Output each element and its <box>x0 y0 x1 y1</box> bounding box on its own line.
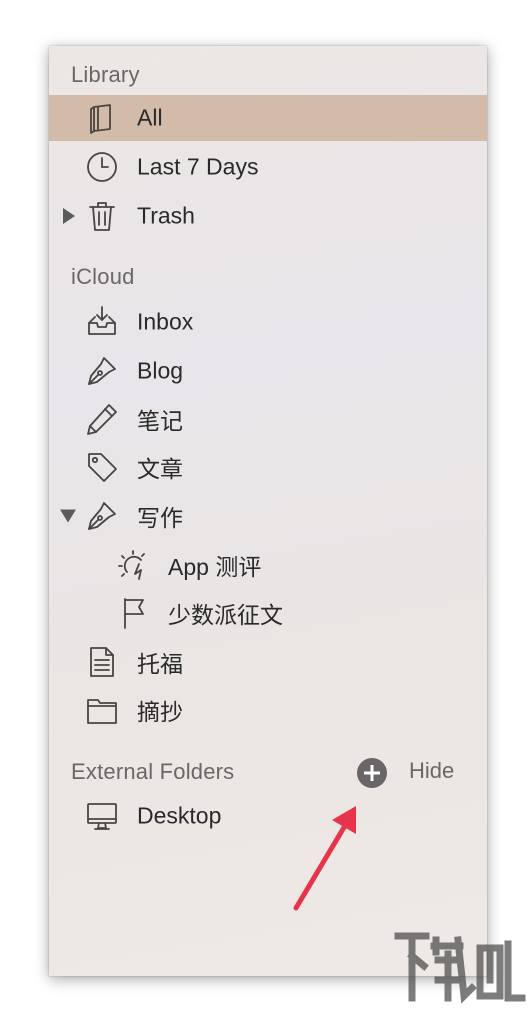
inbox-tray-icon <box>85 305 119 339</box>
sidebar-item-label: Trash <box>137 202 195 229</box>
sidebar-item-toefl[interactable]: 托福 <box>49 639 487 685</box>
sidebar-item-label: 少数派征文 <box>168 602 283 628</box>
sidebar-item-writing[interactable]: 写作 <box>49 493 487 539</box>
clock-icon <box>85 150 119 184</box>
book-icon <box>85 101 119 135</box>
trash-icon <box>85 199 119 233</box>
hide-button[interactable]: Hide <box>409 758 454 784</box>
sidebar-item-sspai-contest[interactable]: 少数派征文 <box>49 590 487 636</box>
sidebar-item-app-review[interactable]: App 测评 <box>49 542 487 588</box>
sidebar-item-label: Inbox <box>137 308 194 335</box>
flag-icon <box>117 596 151 630</box>
sidebar-item-label: 写作 <box>137 505 183 531</box>
monitor-icon <box>85 799 119 833</box>
sidebar-item-label: All <box>137 104 163 131</box>
pencil-icon <box>85 402 119 436</box>
external-folders-header: External Folders <box>71 759 235 784</box>
sidebar-item-trash[interactable]: Trash <box>49 193 487 239</box>
sidebar-item-label: Last 7 Days <box>137 153 259 180</box>
sidebar-item-label: 文章 <box>137 456 183 482</box>
sidebar-item-label: 托福 <box>137 651 183 677</box>
sidebar: Library All Last 7 Days Trash iCloud Inb… <box>49 46 487 976</box>
screenshot-page: Library All Last 7 Days Trash iCloud Inb… <box>0 0 530 1017</box>
sidebar-item-all[interactable]: All <box>49 95 487 141</box>
sidebar-item-notes[interactable]: 笔记 <box>49 396 487 442</box>
sidebar-item-desktop[interactable]: Desktop <box>49 793 487 839</box>
pen-nib-icon <box>85 354 119 388</box>
pen-nib-icon <box>85 499 119 533</box>
sidebar-item-blog[interactable]: Blog <box>49 348 487 394</box>
sidebar-item-inbox[interactable]: Inbox <box>49 299 487 345</box>
document-icon <box>85 645 119 679</box>
sidebar-item-label: Blog <box>137 357 184 384</box>
sidebar-item-label: App 测评 <box>168 554 262 580</box>
sun-spark-icon <box>117 548 151 582</box>
disclosure-triangle-icon[interactable] <box>60 509 76 523</box>
folder-icon <box>85 693 119 727</box>
icloud-header: iCloud <box>71 264 135 289</box>
tag-icon <box>85 450 119 484</box>
plus-circle-icon[interactable] <box>357 758 387 788</box>
watermark-logo <box>394 932 526 1004</box>
sidebar-item-articles[interactable]: 文章 <box>49 444 487 490</box>
library-header: Library <box>71 62 140 87</box>
sidebar-item-label: Desktop <box>137 802 222 829</box>
sidebar-item-label: 摘抄 <box>137 699 183 725</box>
sidebar-item-excerpts[interactable]: 摘抄 <box>49 687 487 733</box>
external-folders-header-row: External Folders Hide <box>49 752 487 792</box>
annotation-arrow <box>293 806 356 911</box>
disclosure-triangle-icon[interactable] <box>63 208 75 224</box>
sidebar-item-last-7-days[interactable]: Last 7 Days <box>49 144 487 190</box>
sidebar-item-label: 笔记 <box>137 408 183 434</box>
